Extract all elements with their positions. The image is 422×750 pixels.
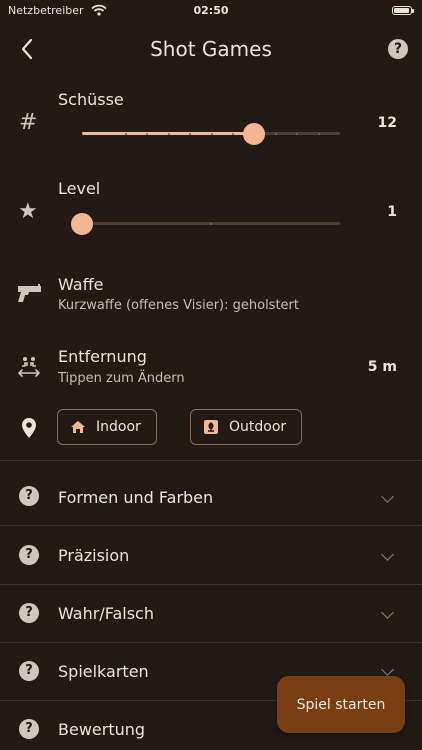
house-icon [71, 421, 85, 433]
distance-label: Entfernung [58, 347, 147, 366]
level-label: Level [58, 179, 101, 198]
weapon-row[interactable]: Waffe Kurzwaffe (offenes Visier): gehols… [0, 268, 422, 324]
question-circle-icon: ? [19, 486, 39, 506]
chevron-down-icon [381, 606, 394, 619]
distance-hint: Tippen zum Ändern [58, 371, 185, 386]
start-game-button[interactable]: Spiel starten [277, 676, 405, 733]
game-item-praezision[interactable]: ? Präzision [0, 526, 422, 584]
distance-row[interactable]: Entfernung Tippen zum Ändern 5 m [0, 342, 422, 394]
question-circle-icon: ? [19, 719, 39, 739]
question-circle-icon: ? [19, 661, 39, 681]
location-pin-icon [22, 418, 36, 438]
status-time: 02:50 [193, 4, 229, 17]
game-item-formen-und-farben[interactable]: ? Formen und Farben [0, 461, 422, 525]
help-button[interactable]: ? [388, 39, 408, 59]
outdoor-icon [204, 420, 218, 434]
shots-slider[interactable] [82, 123, 340, 145]
weapon-value: Kurzwaffe (offenes Visier): geholstert [58, 298, 299, 313]
chevron-down-icon [381, 663, 394, 676]
indoor-button[interactable]: Indoor [57, 409, 157, 445]
hash-icon: # [19, 110, 38, 135]
level-value: 1 [387, 204, 397, 220]
level-slider[interactable] [71, 213, 340, 235]
chevron-down-icon [381, 490, 394, 503]
level-slider-thumb[interactable] [71, 213, 93, 235]
indoor-label: Indoor [96, 419, 141, 435]
page-title: Shot Games [150, 37, 272, 61]
game-label: Präzision [58, 546, 130, 565]
shots-value: 12 [377, 115, 397, 131]
star-icon: ★ [18, 199, 38, 224]
chevron-down-icon [381, 548, 394, 561]
battery-icon [392, 6, 414, 15]
game-label: Bewertung [58, 720, 146, 739]
question-circle-icon: ? [19, 603, 39, 623]
game-item-wahr-falsch[interactable]: ? Wahr/Falsch [0, 585, 422, 643]
game-label: Spielkarten [58, 662, 149, 681]
game-label: Formen und Farben [58, 488, 214, 507]
shots-slider-thumb[interactable] [243, 123, 265, 145]
distance-value: 5 m [367, 359, 397, 375]
question-circle-icon: ? [19, 545, 39, 565]
shots-label: Schüsse [58, 90, 124, 109]
weapon-label: Waffe [58, 275, 104, 294]
outdoor-label: Outdoor [229, 419, 287, 435]
outdoor-button[interactable]: Outdoor [190, 409, 302, 445]
game-label: Wahr/Falsch [58, 604, 154, 623]
